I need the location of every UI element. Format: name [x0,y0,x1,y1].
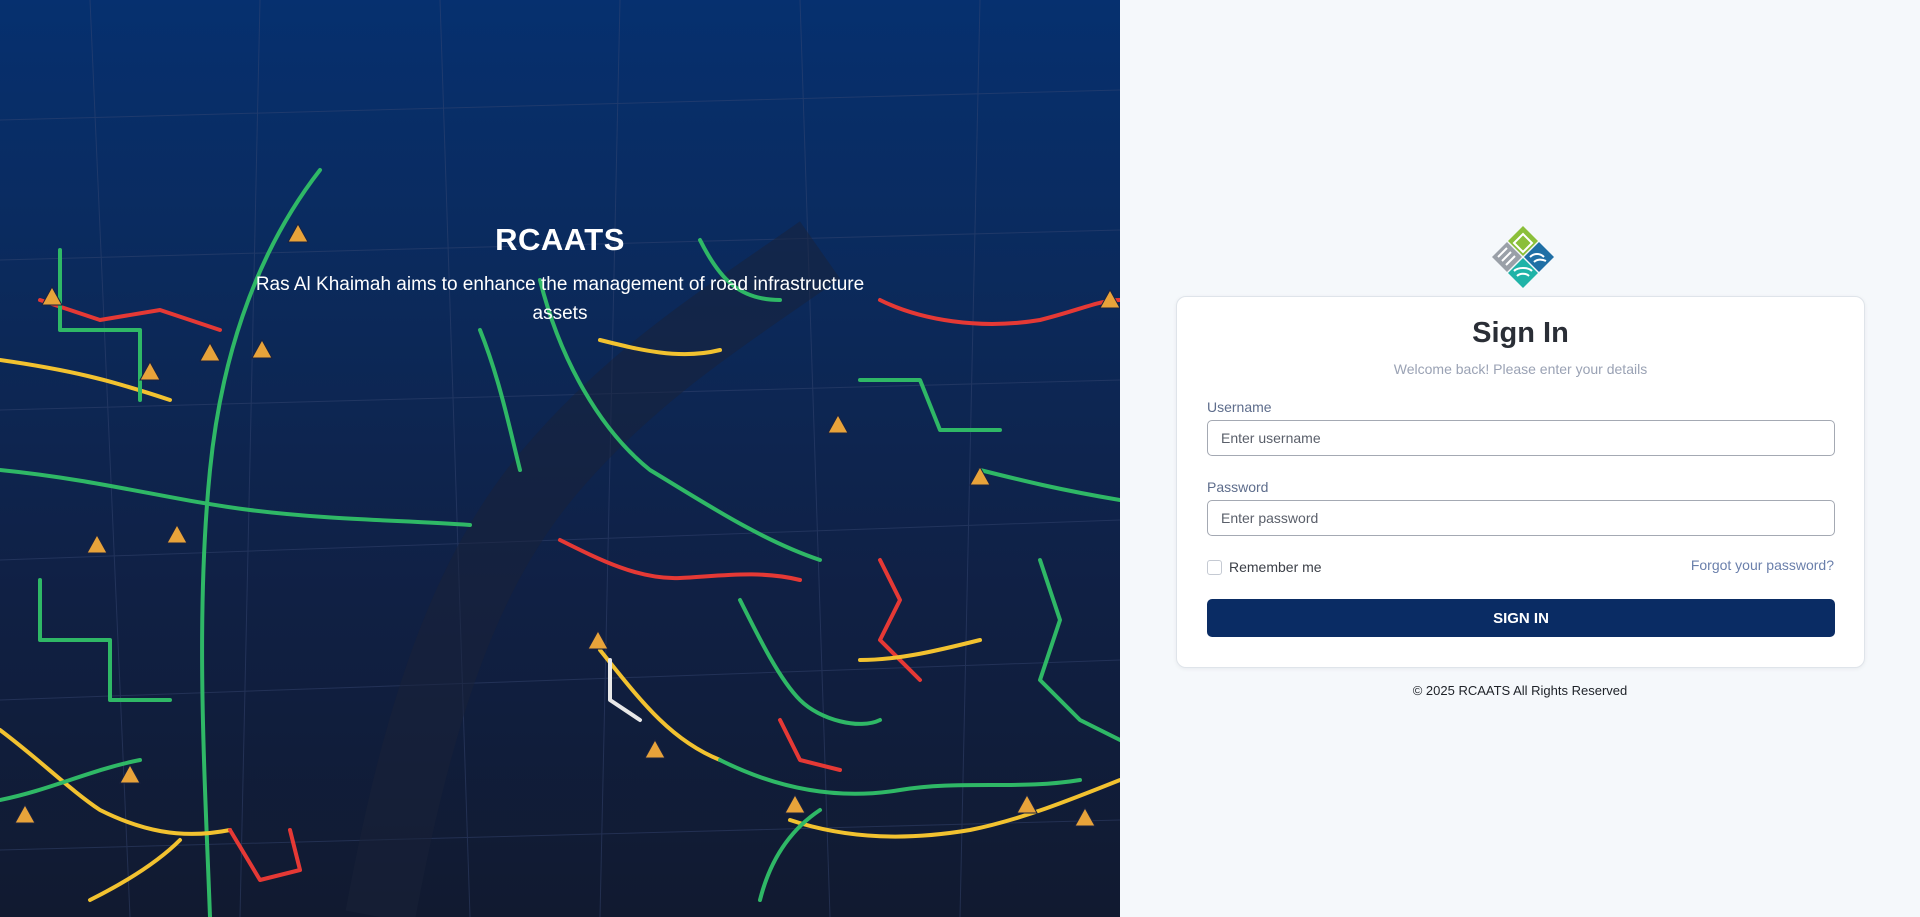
remember-me-label: Remember me [1229,559,1322,575]
sign-in-button[interactable]: SIGN IN [1207,599,1835,637]
footer-copyright: © 2025 RCAATS All Rights Reserved [1412,683,1628,698]
hero-subtitle: Ras Al Khaimah aims to enhance the manag… [255,274,865,324]
hero-panel: RCAATS Ras Al Khaimah aims to enhance th… [0,0,1120,917]
username-input[interactable] [1207,420,1835,456]
forgot-password-link[interactable]: Forgot your password? [1691,557,1834,573]
remember-me-checkbox[interactable] [1207,559,1222,575]
remember-me: Remember me [1207,559,1322,575]
hero-text: RCAATS Ras Al Khaimah aims to enhance th… [0,222,1120,328]
sign-in-title: Sign In [1472,317,1569,349]
password-label: Password [1207,479,1269,495]
auth-panel: Sign In Welcome back! Please enter your … [1120,0,1920,917]
road-traffic-map [0,0,1120,917]
username-label: Username [1207,399,1272,415]
sign-in-card: Sign In Welcome back! Please enter your … [1176,296,1865,668]
rcaats-diamond-logo-icon [1492,226,1554,288]
hero-title: RCAATS [495,222,625,257]
password-input[interactable] [1207,500,1835,536]
sign-in-subtitle: Welcome back! Please enter your details [1393,361,1648,377]
